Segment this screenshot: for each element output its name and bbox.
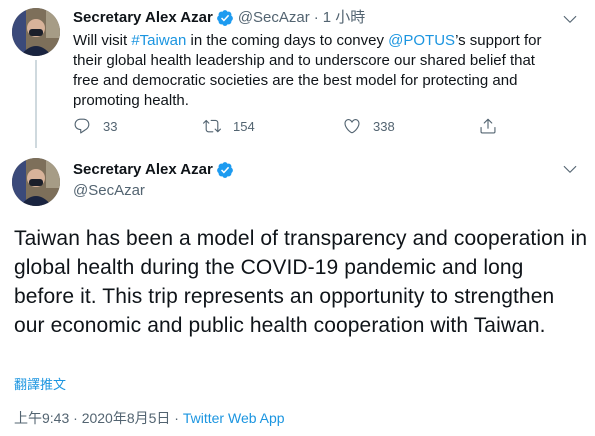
display-name[interactable]: Secretary Alex Azar xyxy=(73,160,213,180)
separator: · xyxy=(313,9,319,26)
reply-icon xyxy=(74,118,90,134)
tweet-time[interactable]: 1 小時 xyxy=(323,8,366,28)
share-icon xyxy=(480,118,496,134)
hashtag-link[interactable]: #Taiwan xyxy=(131,32,186,49)
tweet-actions: 33 154 338 xyxy=(73,116,513,136)
avatar-image xyxy=(12,8,60,56)
tweet-1[interactable]: Secretary Alex Azar @SecAzar · 1 小時 Will… xyxy=(0,0,595,150)
avatar[interactable] xyxy=(12,158,60,206)
like-count: 338 xyxy=(373,118,395,134)
mention-link[interactable]: @POTUS xyxy=(388,32,455,49)
display-name[interactable]: Secretary Alex Azar xyxy=(73,8,213,28)
chevron-down-icon[interactable] xyxy=(561,10,579,28)
tweet-header: Secretary Alex Azar @SecAzar · 1 小時 xyxy=(73,8,583,28)
tweet-source-link[interactable]: Twitter Web App xyxy=(183,410,285,426)
like-button[interactable]: 338 xyxy=(343,117,395,135)
share-button[interactable] xyxy=(479,117,509,135)
tweet-timestamp[interactable]: 上午9:43 · 2020年8月5日 xyxy=(14,410,170,426)
tweet-text: Taiwan has been a model of transparency … xyxy=(14,227,588,337)
tweet-text-segment: Will visit xyxy=(73,32,132,49)
tweet-meta: 上午9:43 · 2020年8月5日 · Twitter Web App xyxy=(14,408,285,428)
separator: · xyxy=(174,410,179,426)
chevron-down-icon[interactable] xyxy=(561,160,579,178)
verified-badge-icon xyxy=(216,9,234,27)
like-icon xyxy=(344,119,360,134)
tweet-header: Secretary Alex Azar @SecAzar xyxy=(73,160,238,201)
tweet-text-segment: in the coming days to convey xyxy=(186,32,389,49)
thread-connector xyxy=(35,60,37,148)
tweet-text: Will visit #Taiwan in the coming days to… xyxy=(73,31,545,111)
retweet-button[interactable]: 154 xyxy=(203,117,255,135)
verified-badge-icon xyxy=(216,161,234,179)
retweet-icon xyxy=(203,119,221,133)
translate-tweet-link[interactable]: 翻譯推文 xyxy=(14,374,66,393)
avatar[interactable] xyxy=(12,8,60,56)
user-handle[interactable]: @SecAzar xyxy=(238,8,310,28)
avatar-image xyxy=(12,158,60,206)
user-handle[interactable]: @SecAzar xyxy=(73,181,238,201)
reply-button[interactable]: 33 xyxy=(73,117,117,135)
tweet-2[interactable]: Secretary Alex Azar @SecAzar Taiwan has … xyxy=(0,150,595,436)
retweet-count: 154 xyxy=(233,118,255,134)
reply-count: 33 xyxy=(103,118,118,134)
